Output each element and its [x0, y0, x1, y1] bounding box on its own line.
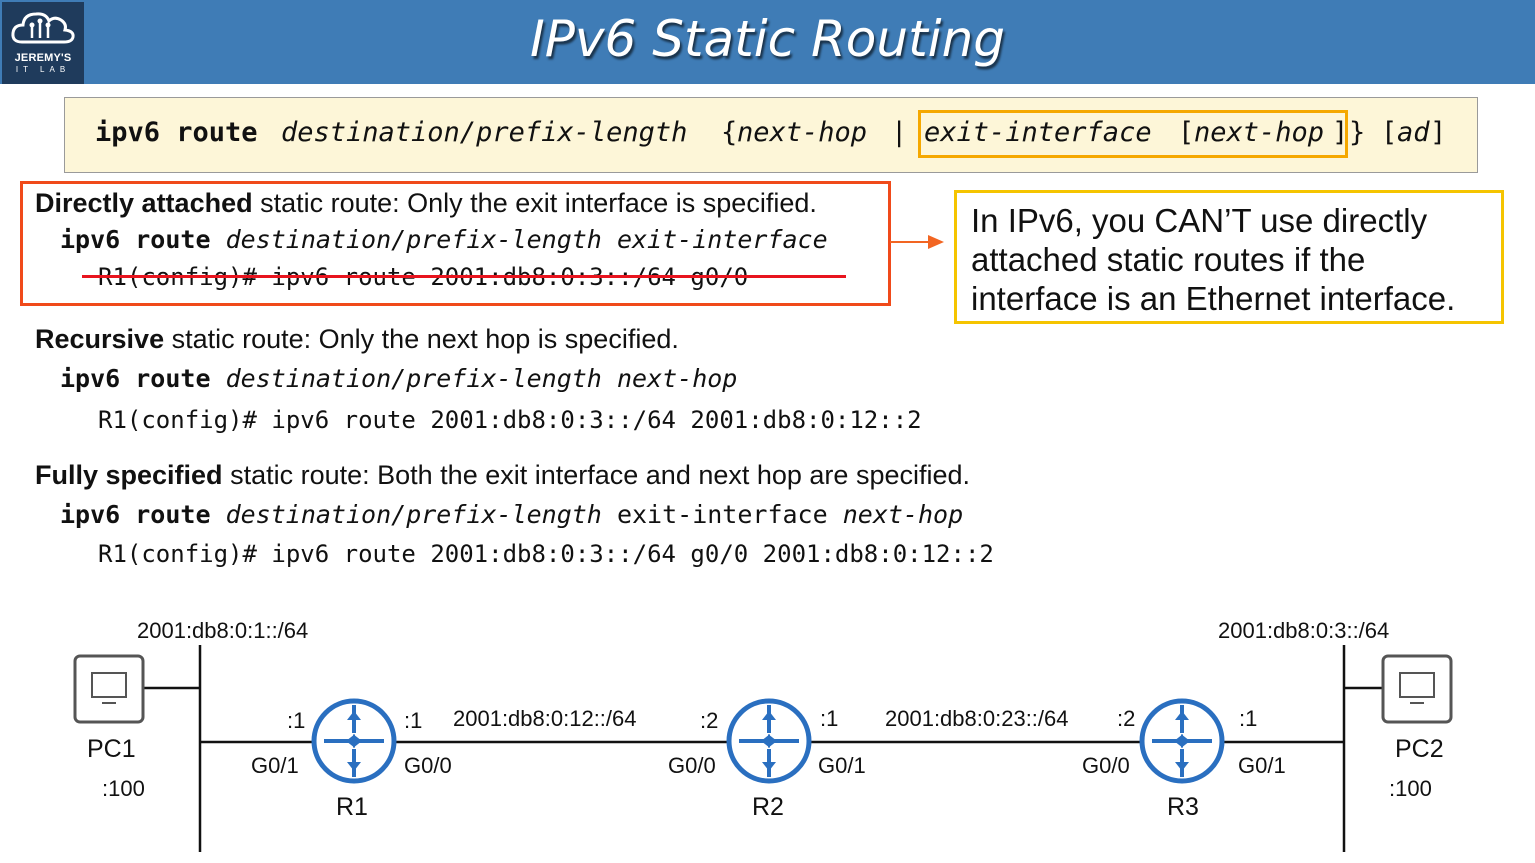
fully-specified-syntax: ipv6 route destination/prefix-length exi… [60, 500, 963, 529]
directly-attached-heading: Directly attached [35, 188, 253, 218]
recursive-example: R1(config)# ipv6 route 2001:db8:0:3::/64… [98, 406, 922, 434]
rec-next-hop: next-hop [616, 364, 738, 393]
r3-right-interface: G0/1 [1238, 753, 1286, 778]
syntax-optional-next-hop: next-hop [1194, 117, 1325, 148]
da-keyword: ipv6 route [60, 225, 211, 254]
r1-label: R1 [336, 793, 368, 821]
directly-attached-syntax: ipv6 route destination/prefix-length exi… [60, 225, 828, 254]
fs-keyword: ipv6 route [60, 500, 211, 529]
r2-label: R2 [752, 793, 784, 821]
pc1-host: :100 [102, 776, 145, 801]
recursive-syntax: ipv6 route destination/prefix-length nex… [60, 364, 737, 393]
r1-left-interface: G0/1 [251, 753, 299, 778]
syntax-exit-interface: exit-interface [924, 117, 1152, 148]
r3-right-host: :1 [1239, 706, 1258, 731]
link12-prefix: 2001:db8:0:12::/64 [453, 706, 637, 731]
syntax-ad: ad [1397, 117, 1430, 148]
fully-specified-heading: Fully specified [35, 460, 223, 490]
r2-right-interface: G0/1 [818, 753, 866, 778]
syntax-brace-close: } [1349, 117, 1366, 148]
lan3-prefix: 2001:db8:0:3::/64 [1218, 618, 1390, 643]
syntax-brace-open: { [721, 117, 738, 148]
pc1-icon [73, 654, 145, 724]
r2-right-host: :1 [820, 706, 839, 731]
recursive-description: Recursive static route: Only the next ho… [35, 324, 679, 355]
r1-right-host: :1 [404, 708, 423, 733]
syntax-ad-close: ] [1430, 117, 1447, 148]
arrow-right-icon [890, 235, 944, 249]
fs-destination: destination/prefix-length [225, 500, 602, 529]
pc2-host: :100 [1389, 776, 1432, 801]
pc1-label: PC1 [87, 735, 136, 763]
da-destination: destination/prefix-length [225, 225, 602, 254]
link23-prefix: 2001:db8:0:23::/64 [885, 706, 1069, 731]
r1-right-interface: G0/0 [404, 753, 452, 778]
fully-specified-example: R1(config)# ipv6 route 2001:db8:0:3::/64… [98, 540, 994, 568]
strikethrough-line [82, 275, 846, 278]
lan1-prefix: 2001:db8:0:1::/64 [137, 618, 309, 643]
fs-exit-interface: exit-interface [616, 500, 828, 529]
fully-specified-description: Fully specified static route: Both the e… [35, 460, 970, 491]
directly-attached-description: Directly attached static route: Only the… [35, 188, 817, 219]
syntax-keyword: ipv6 route [95, 117, 258, 148]
pc2-icon [1381, 654, 1453, 724]
syntax-next-hop: next-hop [737, 117, 868, 148]
fully-specified-text: static route: Both the exit interface an… [222, 460, 971, 490]
page-title: IPv6 Static Routing [530, 10, 1005, 68]
da-exit-interface: exit-interface [616, 225, 828, 254]
recursive-text: static route: Only the next hop is speci… [164, 324, 679, 354]
ethernet-note: In IPv6, you CAN’T use directly attached… [954, 190, 1504, 324]
pc2-label: PC2 [1395, 735, 1444, 763]
syntax-ad-open: [ [1381, 117, 1398, 148]
syntax-destination: destination/prefix-length [281, 117, 688, 148]
syntax-bracket-close: ] [1332, 117, 1349, 148]
rec-keyword: ipv6 route [60, 364, 211, 393]
rec-destination: destination/prefix-length [225, 364, 602, 393]
r3-left-interface: G0/0 [1082, 753, 1130, 778]
r2-left-host: :2 [700, 708, 719, 733]
r2-left-interface: G0/0 [668, 753, 716, 778]
fs-next-hop: next-hop [842, 500, 964, 529]
directly-attached-text: static route: Only the exit interface is… [252, 188, 817, 218]
r3-label: R3 [1167, 793, 1199, 821]
recursive-heading: Recursive [35, 324, 165, 354]
r1-left-host: :1 [287, 708, 306, 733]
syntax-bracket-open: [ [1178, 117, 1195, 148]
r3-left-host: :2 [1117, 706, 1136, 731]
syntax-pipe: | [891, 117, 908, 148]
